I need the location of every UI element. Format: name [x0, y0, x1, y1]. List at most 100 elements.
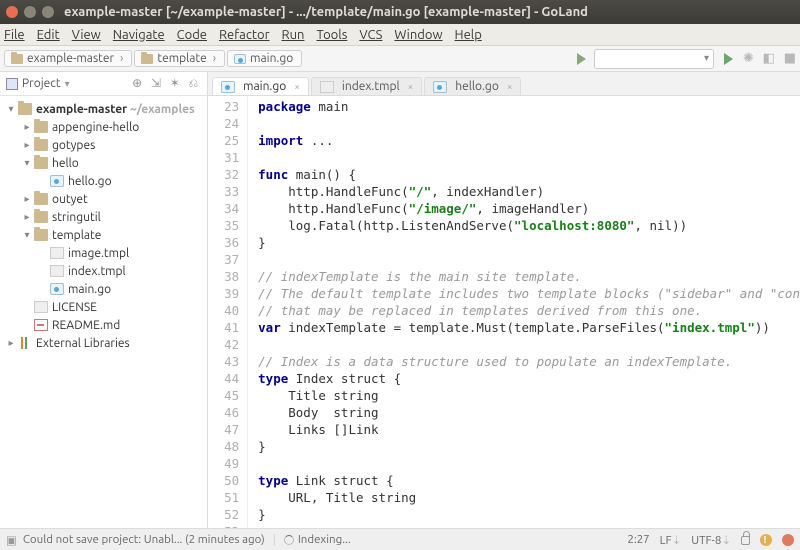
window-minimize-button[interactable]	[24, 6, 36, 18]
folder-icon	[34, 229, 48, 241]
line-separator[interactable]: LF⇣	[660, 533, 682, 547]
file-encoding[interactable]: UTF-8⇣	[691, 533, 731, 547]
folder-icon	[34, 121, 48, 133]
chevron-down-icon[interactable]: ▾	[22, 157, 32, 169]
menu-help[interactable]: Help	[455, 28, 482, 42]
file-icon	[50, 247, 64, 259]
tree-item-label: LICENSE	[52, 301, 97, 314]
build-icon[interactable]	[577, 53, 586, 65]
tree-item[interactable]: ▸gotypes	[0, 136, 207, 154]
tree-item[interactable]: ▸README.md	[0, 316, 207, 334]
go-file-icon	[234, 54, 246, 64]
status-message-indexing[interactable]: Indexing...	[298, 533, 351, 546]
folder-icon	[34, 211, 48, 223]
lock-icon[interactable]	[741, 536, 750, 545]
close-icon[interactable]: ×	[408, 81, 414, 92]
run-toolbar: ✺ ◧ ■	[573, 49, 796, 69]
gutter[interactable]: 2324253132333435363738394041424344454647…	[208, 96, 248, 528]
stop-icon[interactable]: ■	[784, 51, 796, 65]
close-icon[interactable]: ×	[294, 81, 300, 92]
tree-item[interactable]: ▸hello.go	[0, 172, 207, 190]
go-file-icon	[433, 81, 447, 93]
tree-item[interactable]: ▾ hello	[0, 154, 207, 172]
coverage-icon[interactable]: ◧	[763, 51, 775, 65]
project-view-selector[interactable]: Project ▾	[6, 77, 70, 90]
library-icon	[18, 337, 32, 349]
project-toolbar-actions[interactable]: ⊕ ⇲ ✶ ⎌	[132, 76, 201, 91]
tree-root-hint: ~/examples	[130, 103, 195, 116]
window-close-button[interactable]	[6, 6, 18, 18]
chevron-right-icon[interactable]: ▸	[22, 121, 32, 133]
tree-item-label: README.md	[52, 319, 120, 332]
caret-position[interactable]: 2:27	[627, 533, 649, 546]
run-config-select[interactable]	[594, 49, 714, 69]
menu-code[interactable]: Code	[177, 28, 207, 42]
breadcrumb-label: main.go	[250, 52, 293, 65]
tree-item-label: hello	[52, 157, 79, 170]
go-file-icon	[221, 81, 235, 93]
folder-icon	[34, 139, 48, 151]
editor-tab-main-go[interactable]: main.go ×	[212, 77, 309, 95]
tree-item-label: main.go	[68, 283, 111, 296]
chevron-down-icon: ▾	[65, 78, 70, 90]
tree-item-label: hello.go	[68, 175, 112, 188]
editor-tab-hello-go[interactable]: hello.go ×	[424, 77, 521, 95]
breadcrumb-folder[interactable]: template	[134, 50, 225, 67]
ide-status-icon[interactable]	[782, 534, 794, 546]
folder-icon	[141, 54, 153, 64]
tree-item[interactable]: ▸main.go	[0, 280, 207, 298]
notifications-icon[interactable]	[760, 534, 772, 546]
menu-navigate[interactable]: Navigate	[113, 28, 165, 42]
breadcrumb-project[interactable]: example-master	[4, 50, 132, 67]
project-toolbar: Project ▾ ⊕ ⇲ ✶ ⎌	[0, 72, 207, 96]
tree-item[interactable]: ▸ outyet	[0, 190, 207, 208]
status-message-save[interactable]: Could not save project: Unabl... (2 minu…	[23, 533, 265, 546]
tree-root[interactable]: ▾ example-master ~/examples	[0, 100, 207, 118]
breadcrumb-label: template	[157, 52, 206, 65]
chevron-down-icon[interactable]: ▾	[6, 103, 16, 115]
window-titlebar: example-master [~/example-master] - .../…	[0, 0, 800, 24]
go-file-icon	[50, 175, 64, 187]
editor-tabs: main.go × index.tmpl × hello.go ×	[208, 72, 800, 96]
breadcrumb-label: example-master	[27, 52, 114, 65]
chevron-right-icon[interactable]: ▸	[6, 337, 16, 349]
menubar: File Edit View Navigate Code Refactor Ru…	[0, 24, 800, 46]
tree-item-label: External Libraries	[36, 337, 130, 350]
menu-edit[interactable]: Edit	[37, 28, 60, 42]
folder-icon	[11, 54, 23, 64]
tree-item[interactable]: ▸LICENSE	[0, 298, 207, 316]
source[interactable]: package mainimport ...func main() { http…	[248, 96, 800, 528]
chevron-right-icon[interactable]: ▸	[22, 193, 32, 205]
tree-item[interactable]: ▸index.tmpl	[0, 262, 207, 280]
navigation-bar: example-master template main.go ✺ ◧ ■	[0, 46, 800, 72]
menu-refactor[interactable]: Refactor	[219, 28, 270, 42]
breadcrumb-file[interactable]: main.go	[227, 50, 302, 67]
folder-icon	[18, 103, 32, 115]
tree-item[interactable]: ▸ stringutil	[0, 208, 207, 226]
tree-item-label: stringutil	[52, 211, 101, 224]
project-tree[interactable]: ▾ example-master ~/examples ▸appengine-h…	[0, 96, 207, 356]
markdown-file-icon	[34, 319, 48, 331]
menu-tools[interactable]: Tools	[316, 28, 347, 42]
chevron-right-icon[interactable]: ▸	[22, 139, 32, 151]
menu-window[interactable]: Window	[394, 28, 442, 42]
run-button-icon[interactable]	[724, 53, 733, 65]
window-maximize-button[interactable]	[42, 6, 54, 18]
tree-item[interactable]: ▸image.tmpl	[0, 244, 207, 262]
code-area[interactable]: 2324253132333435363738394041424344454647…	[208, 96, 800, 528]
close-icon[interactable]: ×	[507, 81, 513, 92]
menu-run[interactable]: Run	[282, 28, 305, 42]
menu-vcs[interactable]: VCS	[359, 28, 382, 42]
editor-tab-index-tmpl[interactable]: index.tmpl ×	[311, 77, 422, 95]
toggle-tool-windows-icon[interactable]: ▣	[6, 533, 17, 547]
chevron-down-icon[interactable]: ▾	[22, 229, 32, 241]
debug-icon[interactable]: ✺	[743, 51, 754, 65]
tree-item-label: outyet	[52, 193, 88, 206]
window-title: example-master [~/example-master] - .../…	[64, 5, 794, 19]
tree-item[interactable]: ▸appengine-hello	[0, 118, 207, 136]
chevron-right-icon[interactable]: ▸	[22, 211, 32, 223]
tree-external-libraries[interactable]: ▸ External Libraries	[0, 334, 207, 352]
menu-view[interactable]: View	[72, 28, 101, 42]
menu-file[interactable]: File	[4, 28, 25, 42]
tree-item[interactable]: ▾template	[0, 226, 207, 244]
